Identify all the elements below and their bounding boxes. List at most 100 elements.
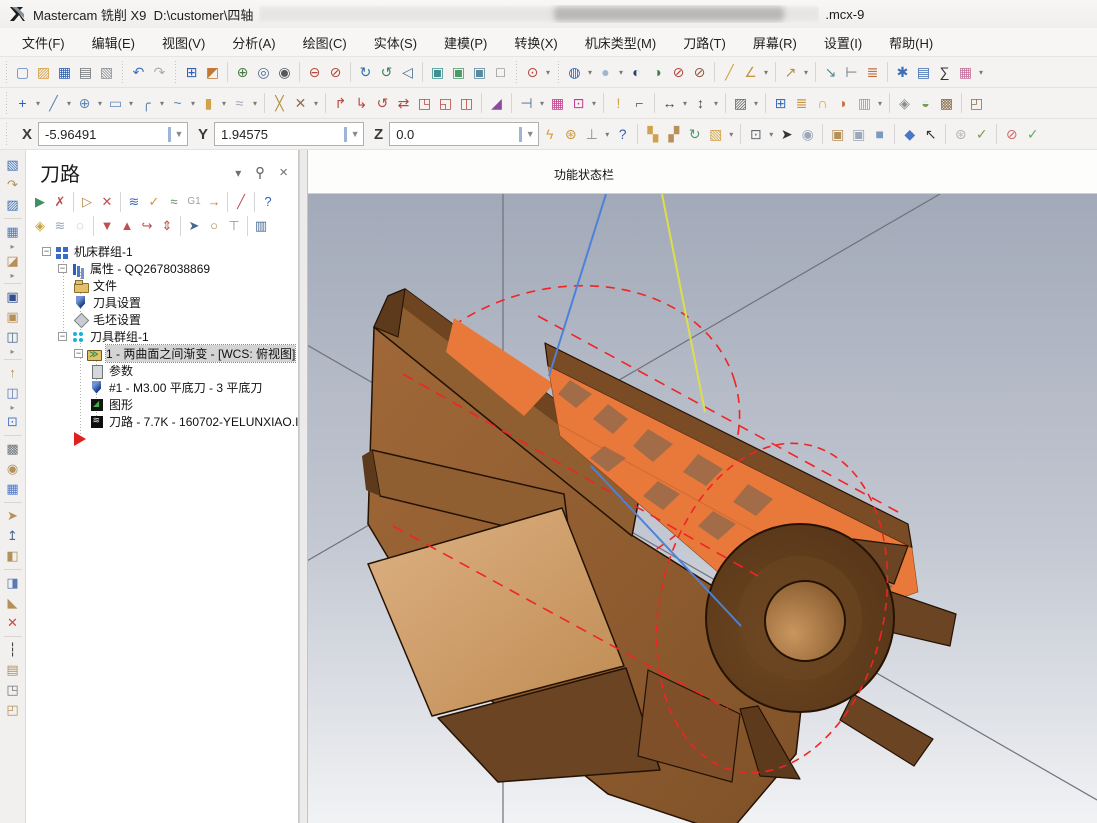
zoom-window-icon[interactable]: ⊕: [232, 62, 253, 83]
view-sheet-icon[interactable]: ◫: [3, 327, 23, 347]
zoom-in-selected-icon[interactable]: ◉: [274, 62, 295, 83]
zoom-target-icon[interactable]: ◎: [253, 62, 274, 83]
toggle-toolpath-display-icon[interactable]: ≋: [50, 216, 70, 236]
print-preview-icon[interactable]: ▧: [96, 62, 117, 83]
pick-face-icon[interactable]: ➤: [3, 506, 23, 526]
analyze-chain-icon[interactable]: ⊢: [841, 62, 862, 83]
move-insert-down-icon[interactable]: ▼: [97, 216, 117, 236]
move-insert-up-icon[interactable]: ▲: [117, 216, 137, 236]
xform-scale-icon[interactable]: ◳: [414, 93, 435, 114]
setup-sheet-icon[interactable]: ⊤: [224, 216, 244, 236]
chevron-down-icon[interactable]: ▾: [711, 99, 721, 108]
select-result-icon[interactable]: ▚: [642, 124, 663, 145]
tree-item-label[interactable]: 刀具群组-1: [90, 328, 149, 345]
create-spline-icon[interactable]: ~: [167, 93, 188, 114]
tree-expand-box[interactable]: −: [58, 332, 67, 341]
remove-shading-icon[interactable]: ⊘: [668, 62, 689, 83]
tree-item-toolpath-group[interactable]: − 刀具群组-1: [26, 328, 298, 345]
solid-extrude-icon[interactable]: ◈: [894, 93, 915, 114]
chevron-down-icon[interactable]: ▾: [726, 130, 736, 139]
menu-screen[interactable]: 屏幕(R): [753, 33, 797, 52]
toolbar-drag-handle[interactable]: [514, 61, 519, 83]
unselect-all-operations-icon[interactable]: ✗: [50, 192, 70, 212]
create-label-icon[interactable]: ⌐: [629, 93, 650, 114]
create-fillet-icon[interactable]: ╭: [136, 93, 157, 114]
machine-simulation-icon[interactable]: ▥: [251, 216, 271, 236]
lock-operations-icon[interactable]: ◈: [30, 216, 50, 236]
clip-solid-icon[interactable]: ▤: [3, 660, 23, 680]
menu-view[interactable]: 视图(V): [162, 33, 205, 52]
xform-translate-icon[interactable]: ↱: [330, 93, 351, 114]
graphics-viewport[interactable]: [308, 194, 1097, 823]
scroll-insert-icon[interactable]: ⇕: [157, 216, 177, 236]
wireframe-display-icon[interactable]: ◍: [564, 62, 585, 83]
named-view-icon[interactable]: ◁: [397, 62, 418, 83]
chevron-down-icon[interactable]: ▾: [751, 99, 761, 108]
flyout-arrow-icon[interactable]: ▸: [7, 242, 19, 251]
remove-translucency-icon[interactable]: ⊘: [689, 62, 710, 83]
edit-toolpath-icon[interactable]: ╱: [231, 192, 251, 212]
panel-splitter[interactable]: [299, 150, 308, 823]
plane-up-icon[interactable]: ↥: [3, 526, 23, 546]
analyze-contour-icon[interactable]: ≣: [862, 62, 883, 83]
chevron-down-icon[interactable]: ▾: [126, 99, 136, 108]
y-coordinate-input[interactable]: 1.94575 ▼: [214, 122, 364, 146]
color-attributes-icon[interactable]: ◢: [486, 93, 507, 114]
gview-top-icon[interactable]: ▦: [3, 222, 23, 242]
gview-top-cube-icon[interactable]: ▣: [427, 62, 448, 83]
toolbar-drag-handle[interactable]: [120, 61, 125, 83]
rotate-plane-icon[interactable]: ↷: [3, 175, 23, 195]
dynamic-rotation-icon[interactable]: ↻: [355, 62, 376, 83]
analyze-entity-icon[interactable]: ╱: [719, 62, 740, 83]
menu-model[interactable]: 建模(P): [444, 33, 487, 52]
only-display-associated-icon[interactable]: ○: [204, 216, 224, 236]
section-line-icon[interactable]: ┆: [3, 640, 23, 660]
tree-item-operation-1[interactable]: −1 - 两曲面之间渐变 - [WCS: 俯视图]: [26, 345, 298, 362]
hidden-line-display-icon[interactable]: ◐: [626, 62, 647, 83]
analyze-dynamic-icon[interactable]: ↗: [780, 62, 801, 83]
tree-item-label[interactable]: 毛坯设置: [93, 311, 141, 328]
create-rectangle-icon[interactable]: ▭: [105, 93, 126, 114]
toolbar-drag-handle[interactable]: [173, 61, 178, 83]
post-selected-icon[interactable]: →: [204, 192, 224, 212]
x-coordinate-input[interactable]: -5.96491 ▼: [38, 122, 188, 146]
tree-item-label[interactable]: #1 - M3.00 平底刀 - 3 平底刀: [109, 379, 262, 396]
previous-view-icon[interactable]: ↺: [376, 62, 397, 83]
chevron-down-icon[interactable]: ▾: [616, 68, 626, 77]
multi-panes-icon[interactable]: ▦: [955, 62, 976, 83]
menu-toolpaths[interactable]: 刀路(T): [683, 33, 726, 52]
section-view-icon[interactable]: ◧: [3, 546, 23, 566]
solid-select-edge-icon[interactable]: ▣: [827, 124, 848, 145]
tree-item-label[interactable]: 图形: [109, 396, 133, 413]
zoom-out-icon[interactable]: ⊘: [325, 62, 346, 83]
panel-pin-icon[interactable]: [255, 167, 265, 179]
level-grid-icon[interactable]: ▦: [547, 93, 568, 114]
refresh-selection-icon[interactable]: ↻: [684, 124, 705, 145]
tree-item-toolpath-file[interactable]: 刀路 - 7.7K - 160702-YELUNXIAO.I: [26, 413, 298, 430]
repaint-icon[interactable]: ◩: [202, 62, 223, 83]
help-icon[interactable]: ?: [612, 124, 633, 145]
xform-offset-icon[interactable]: ◱: [435, 93, 456, 114]
select-undo-icon[interactable]: ↖: [920, 124, 941, 145]
cplane-side-icon[interactable]: ▣: [3, 307, 23, 327]
cplane-front-icon[interactable]: ▣: [3, 287, 23, 307]
chevron-down-icon[interactable]: ▾: [157, 99, 167, 108]
solid-select-body-icon[interactable]: ■: [869, 124, 890, 145]
chevron-down-icon[interactable]: ▾: [543, 68, 553, 77]
tree-item-parameters[interactable]: 参数: [26, 362, 298, 379]
gears-disabled-icon[interactable]: ⊛: [950, 124, 971, 145]
chevron-down-icon[interactable]: ▾: [64, 99, 74, 108]
chevron-down-icon[interactable]: ▾: [250, 99, 260, 108]
create-surface-icon[interactable]: ≈: [229, 93, 250, 114]
toggle-post-ghost-icon[interactable]: ◌: [70, 216, 90, 236]
flyout-arrow-icon[interactable]: ▸: [7, 347, 19, 356]
delete-operations-icon[interactable]: ✕: [97, 192, 117, 212]
surface-primitives-icon[interactable]: ▥: [854, 93, 875, 114]
gview-front-cube-icon[interactable]: ▣: [448, 62, 469, 83]
delete-view-icon[interactable]: ✕: [3, 613, 23, 633]
menu-edit[interactable]: 编辑(E): [92, 33, 135, 52]
new-file-icon[interactable]: ▢: [12, 62, 33, 83]
tree-expand-box[interactable]: −: [42, 247, 51, 256]
paint-plane-icon[interactable]: ▨: [3, 195, 23, 215]
toolpath-options-icon[interactable]: ≈: [164, 192, 184, 212]
